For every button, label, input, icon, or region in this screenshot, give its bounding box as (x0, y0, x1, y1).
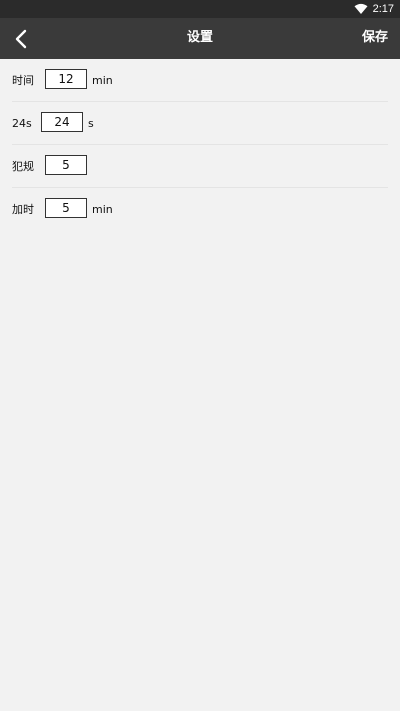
shot-clock-input[interactable]: 24 (41, 112, 83, 132)
setting-row-shot-clock: 24s 24 s (12, 102, 388, 145)
fouls-label: 犯规 (12, 160, 34, 173)
status-time: 2:17 (372, 3, 394, 15)
time-unit: min (92, 74, 113, 87)
overtime-label: 加时 (12, 203, 34, 216)
setting-row-fouls: 犯规 5 (12, 145, 388, 188)
setting-row-time: 时间 12 min (12, 59, 388, 102)
time-input[interactable]: 12 (45, 69, 87, 89)
overtime-input[interactable]: 5 (45, 198, 87, 218)
settings-list: 时间 12 min 24s 24 s 犯规 5 加时 5 min (0, 59, 400, 230)
save-button[interactable]: 保存 (362, 29, 388, 47)
status-bar: 2:17 (0, 0, 400, 18)
fouls-input[interactable]: 5 (45, 155, 87, 175)
wifi-icon (354, 3, 368, 14)
toolbar: 设置 保存 (0, 18, 400, 59)
overtime-unit: min (92, 203, 113, 216)
page-title: 设置 (186, 30, 213, 45)
setting-row-overtime: 加时 5 min (12, 188, 388, 230)
shot-clock-unit: s (88, 117, 94, 130)
shot-clock-label: 24s (12, 117, 32, 130)
time-label: 时间 (12, 74, 34, 87)
